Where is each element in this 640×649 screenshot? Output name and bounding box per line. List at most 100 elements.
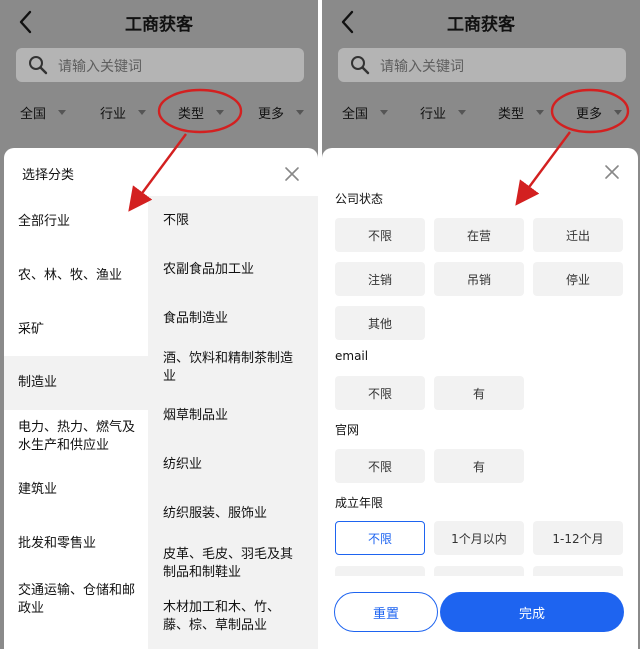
section-title-established: 成立年限 (335, 496, 384, 510)
option-chip[interactable]: 1-12个月 (533, 521, 623, 555)
section-title-company-status: 公司状态 (335, 192, 384, 206)
option-chip[interactable]: 不限 (335, 449, 425, 483)
subcategory-list: 不限 农副食品加工业 食品制造业 酒、饮料和精制茶制造业 烟草制品业 纺织业 纺… (148, 196, 318, 649)
filter-more[interactable]: 更多 (258, 96, 305, 128)
subcategory-label: 食品制造业 (163, 311, 229, 326)
category-label: 建筑业 (18, 482, 58, 497)
caret-down-icon (536, 109, 545, 115)
option-chip[interactable]: 在营 (434, 218, 524, 252)
close-icon[interactable] (284, 166, 300, 182)
subcategory-item[interactable]: 食品制造业 (148, 294, 318, 344)
search-icon (29, 56, 48, 75)
subcategory-item[interactable]: 皮革、毛皮、羽毛及其制品和制鞋业 (148, 538, 318, 590)
section-title-email: email (335, 349, 369, 363)
close-icon[interactable] (604, 164, 620, 180)
caret-down-icon (216, 109, 225, 115)
option-chip[interactable]: 注销 (335, 262, 425, 296)
sheet-title: 选择分类 (22, 168, 75, 183)
caret-down-icon (296, 109, 305, 115)
done-button[interactable]: 完成 (440, 592, 624, 632)
category-item-selected[interactable]: 制造业 (4, 356, 148, 410)
option-chip[interactable]: 吊销 (434, 262, 524, 296)
subcategory-label: 不限 (163, 213, 190, 228)
category-item[interactable]: 采矿 (4, 304, 148, 356)
category-label: 制造业 (18, 375, 58, 390)
subcategory-label: 烟草制品业 (163, 408, 229, 423)
category-label: 采矿 (18, 322, 45, 337)
category-label: 交通运输、仓储和邮政业 (18, 583, 136, 616)
subcategory-item[interactable]: 不限 (148, 196, 318, 246)
subcategory-item[interactable]: 纺织业 (148, 440, 318, 490)
filter-label: 全国 (342, 106, 369, 122)
option-chip[interactable]: 迁出 (533, 218, 623, 252)
filter-label: 类型 (178, 106, 205, 122)
filter-region[interactable]: 全国 (20, 96, 67, 128)
sheet-footer: 重置 完成 (322, 576, 636, 649)
category-item[interactable]: 全部行业 (4, 196, 148, 248)
filter-label: 更多 (576, 106, 603, 122)
page-title: 工商获客 (447, 15, 515, 35)
caret-down-icon (58, 109, 67, 115)
option-chip[interactable]: 不限 (335, 376, 425, 410)
category-item[interactable]: 电力、热力、燃气及水生产和供应业 (4, 410, 148, 464)
subcategory-item[interactable]: 纺织服装、服饰业 (148, 490, 318, 538)
subcategory-label: 木材加工和木、竹、藤、棕、草制品业 (163, 600, 281, 633)
filter-label: 更多 (258, 106, 285, 122)
page-title: 工商获客 (125, 15, 193, 35)
more-filter-sheet: 公司状态 不限 在营 迁出 注销 吊销 停业 其他 email 不限 有 官网 … (322, 148, 638, 649)
category-item[interactable]: 建筑业 (4, 464, 148, 516)
subcategory-item[interactable]: 酒、饮料和精制茶制造业 (148, 344, 318, 392)
category-label: 全部行业 (18, 214, 71, 229)
subcategory-label: 纺织业 (163, 457, 203, 472)
option-chip[interactable]: 不限 (335, 218, 425, 252)
option-chip-selected[interactable]: 不限 (335, 521, 425, 555)
option-chip[interactable]: 停业 (533, 262, 623, 296)
filter-type[interactable]: 类型 (178, 96, 225, 128)
option-chip[interactable]: 有 (434, 449, 524, 483)
category-item[interactable]: 批发和零售业 (4, 518, 148, 570)
category-label: 农、林、牧、渔业 (18, 268, 123, 283)
filter-industry[interactable]: 行业 (420, 96, 467, 128)
search-input[interactable]: 请输入关键词 (16, 48, 304, 82)
category-list: 全部行业 农、林、牧、渔业 采矿 制造业 电力、热力、燃气及水生产和供应业 建筑… (4, 196, 148, 649)
option-chip[interactable]: 1个月以内 (434, 521, 524, 555)
reset-button[interactable]: 重置 (334, 592, 438, 632)
caret-down-icon (458, 109, 467, 115)
industry-filter-screen: 工商获客 请输入关键词 全国 行业 类型 更多 选择分类 全部行业 农、林、牧、… (0, 0, 318, 649)
search-placeholder: 请输入关键词 (380, 59, 464, 75)
filter-bar: 全国 行业 类型 更多 (322, 96, 640, 128)
filter-region[interactable]: 全国 (342, 96, 389, 128)
subcategory-label: 酒、饮料和精制茶制造业 (163, 351, 294, 384)
filter-more[interactable]: 更多 (576, 96, 623, 128)
option-chip[interactable]: 其他 (335, 306, 425, 340)
category-sheet: 选择分类 全部行业 农、林、牧、渔业 采矿 制造业 电力、热力、燃气及水生产和供… (4, 148, 318, 649)
filter-label: 行业 (420, 106, 447, 122)
search-icon (351, 56, 370, 75)
search-placeholder: 请输入关键词 (58, 59, 142, 75)
subcategory-item[interactable]: 木材加工和木、竹、藤、棕、草制品业 (148, 592, 318, 642)
subcategory-label: 纺织服装、服饰业 (163, 506, 268, 521)
more-filter-screen: 工商获客 请输入关键词 全国 行业 类型 更多 公司状态 不限 在营 迁出 注销… (322, 0, 640, 649)
subcategory-item[interactable]: 农副食品加工业 (148, 246, 318, 294)
category-item[interactable]: 农、林、牧、渔业 (4, 250, 148, 302)
screenshot-stage: 工商获客 请输入关键词 全国 行业 类型 更多 选择分类 全部行业 农、林、牧、… (0, 0, 640, 649)
caret-down-icon (614, 109, 623, 115)
option-chip[interactable]: 有 (434, 376, 524, 410)
filter-industry[interactable]: 行业 (100, 96, 147, 128)
top-bar: 工商获客 (0, 0, 318, 44)
filter-bar: 全国 行业 类型 更多 (0, 96, 318, 128)
caret-down-icon (138, 109, 147, 115)
filter-label: 全国 (20, 106, 47, 122)
filter-label: 类型 (498, 106, 525, 122)
subcategory-label: 农副食品加工业 (163, 262, 255, 277)
subcategory-label: 皮革、毛皮、羽毛及其制品和制鞋业 (163, 547, 294, 580)
filter-label: 行业 (100, 106, 127, 122)
subcategory-item[interactable]: 烟草制品业 (148, 392, 318, 440)
category-label: 批发和零售业 (18, 536, 97, 551)
filter-type[interactable]: 类型 (498, 96, 545, 128)
category-item[interactable]: 交通运输、仓储和邮政业 (4, 572, 148, 628)
top-bar: 工商获客 (322, 0, 640, 44)
category-label: 电力、热力、燃气及水生产和供应业 (18, 420, 136, 453)
search-input[interactable]: 请输入关键词 (338, 48, 626, 82)
caret-down-icon (380, 109, 389, 115)
